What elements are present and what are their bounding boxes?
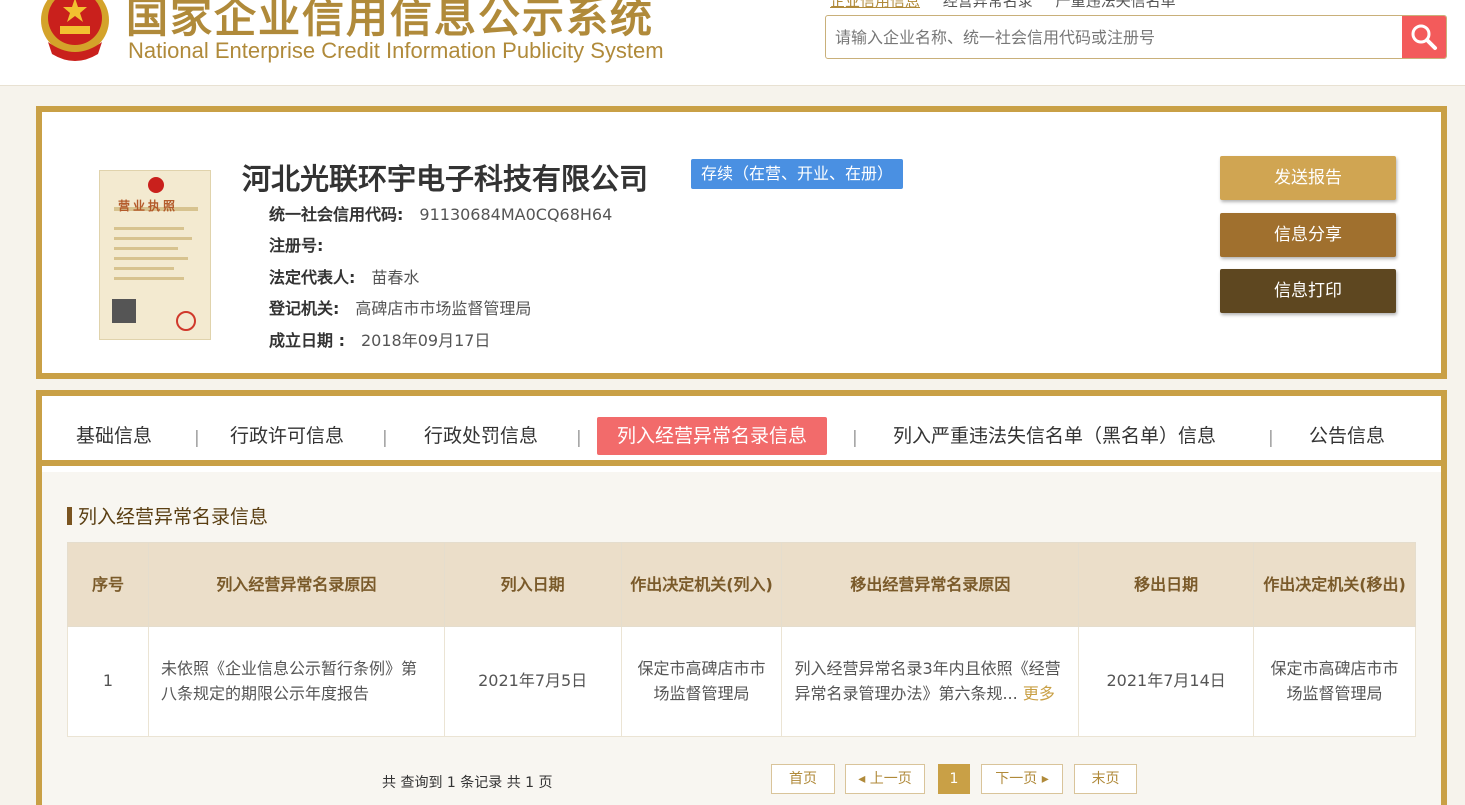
field-legal-rep: 法定代表人: 苗春水 xyxy=(269,264,419,288)
tab-admin-penalty[interactable]: 行政处罚信息 xyxy=(424,417,538,455)
search-box xyxy=(825,15,1447,59)
tab-separator: | xyxy=(1268,428,1274,448)
cell-reason-out: 列入经营异常名录3年内且依照《经营异常名录管理办法》第六条规... 更多 xyxy=(781,626,1080,737)
cell-no: 1 xyxy=(67,626,149,737)
send-report-button[interactable]: 发送报告 xyxy=(1220,156,1396,200)
more-link[interactable]: 更多 xyxy=(1023,684,1055,703)
field-value: 2018年09月17日 xyxy=(360,331,491,350)
tab-basic-info[interactable]: 基础信息 xyxy=(76,417,152,455)
field-value: 高碑店市市场监督管理局 xyxy=(355,299,532,318)
info-tabs-panel: 基础信息 | 行政许可信息 | 行政处罚信息 | 列入经营异常名录信息 | 列入… xyxy=(36,390,1447,805)
field-registration-authority: 登记机关: 高碑店市市场监督管理局 xyxy=(269,295,531,319)
field-label: 登记机关: xyxy=(269,299,340,318)
column-header: 移出经营异常名录原因 xyxy=(781,542,1080,627)
field-reg-number: 注册号: xyxy=(269,232,339,256)
site-header: 国家企业信用信息公示系统 National Enterprise Credit … xyxy=(0,0,1465,86)
field-label: 统一社会信用代码: xyxy=(269,205,404,224)
tab-blacklist[interactable]: 列入严重违法失信名单（黑名单）信息 xyxy=(893,417,1216,455)
reason-out-text: 列入经营异常名录3年内且依照《经营异常名录管理办法》第六条规... xyxy=(794,658,1061,703)
cell-authority-out: 保定市高碑店市市场监督管理局 xyxy=(1253,626,1416,737)
prev-arrow-icon: ◂ xyxy=(858,771,870,787)
cell-reason-in: 未依照《企业信息公示暂行条例》第八条规定的期限公示年度报告 xyxy=(147,626,445,737)
tab-bar: 基础信息 | 行政许可信息 | 行政处罚信息 | 列入经营异常名录信息 | 列入… xyxy=(42,396,1441,466)
last-page-button[interactable]: 末页 xyxy=(1074,764,1137,794)
column-header: 序号 xyxy=(67,542,149,627)
license-caption: 营业执照 xyxy=(118,199,179,213)
tab-separator: | xyxy=(852,428,858,448)
table-header-row: 序号 列入经营异常名录原因 列入日期 作出决定机关(列入) 移出经营异常名录原因… xyxy=(67,542,1416,627)
section-title: 列入经营异常名录信息 xyxy=(67,502,268,529)
prev-page-button[interactable]: ◂ 上一页 xyxy=(845,764,925,794)
field-label: 成立日期 : xyxy=(269,331,345,350)
search-button[interactable] xyxy=(1402,16,1446,58)
print-info-button[interactable]: 信息打印 xyxy=(1220,269,1396,313)
tab-abnormal-list[interactable]: 列入经营异常名录信息 xyxy=(597,417,828,455)
field-value: 91130684MA0CQ68H64 xyxy=(419,205,613,224)
next-page-label: 下一页 xyxy=(995,771,1038,787)
tab-separator: | xyxy=(194,428,200,448)
column-header: 作出决定机关(列入) xyxy=(620,542,783,627)
table-row: 1 未依照《企业信息公示暂行条例》第八条规定的期限公示年度报告 2021年7月5… xyxy=(67,626,1416,737)
next-arrow-icon: ▸ xyxy=(1037,771,1049,787)
field-value: 苗春水 xyxy=(371,268,420,287)
top-link-blacklist[interactable]: 严重违法失信名单 xyxy=(1056,0,1176,10)
cell-date-in: 2021年7月5日 xyxy=(443,626,622,737)
tab-announcements[interactable]: 公告信息 xyxy=(1309,417,1385,455)
column-header: 作出决定机关(移出) xyxy=(1253,542,1416,627)
tab-separator: | xyxy=(576,428,582,448)
prev-page-label: 上一页 xyxy=(869,771,912,787)
tab-admin-license[interactable]: 行政许可信息 xyxy=(230,417,344,455)
national-emblem-icon xyxy=(41,0,109,61)
column-header: 列入经营异常名录原因 xyxy=(147,542,445,627)
share-info-button[interactable]: 信息分享 xyxy=(1220,213,1396,257)
business-license-image: 营业执照 xyxy=(99,170,211,340)
field-credit-code: 统一社会信用代码: 91130684MA0CQ68H64 xyxy=(269,201,612,225)
search-icon xyxy=(1411,24,1437,50)
search-input[interactable] xyxy=(826,16,1401,58)
cell-date-out: 2021年7月14日 xyxy=(1078,626,1255,737)
top-links: 企业信用信息 经营异常名录 严重违法失信名单 xyxy=(830,0,1194,11)
top-link-abnormal-list[interactable]: 经营异常名录 xyxy=(943,0,1033,10)
column-header: 列入日期 xyxy=(443,542,622,627)
cell-authority-in: 保定市高碑店市市场监督管理局 xyxy=(620,626,783,737)
next-page-button[interactable]: 下一页 ▸ xyxy=(981,764,1063,794)
column-header: 移出日期 xyxy=(1078,542,1255,627)
tab-content: 列入经营异常名录信息 序号 列入经营异常名录原因 列入日期 作出决定机关(列入)… xyxy=(42,472,1441,805)
page-number-current[interactable]: 1 xyxy=(938,764,970,794)
top-link-credit-info[interactable]: 企业信用信息 xyxy=(830,0,920,10)
tab-separator: | xyxy=(382,428,388,448)
field-label: 法定代表人: xyxy=(269,268,356,287)
field-established-date: 成立日期 : 2018年09月17日 xyxy=(269,327,490,351)
status-badge: 存续（在营、开业、在册） xyxy=(691,159,904,189)
abnormal-list-table: 序号 列入经营异常名录原因 列入日期 作出决定机关(列入) 移出经营异常名录原因… xyxy=(67,542,1416,737)
field-label: 注册号: xyxy=(269,236,324,255)
company-card: 营业执照 河北光联环宇电子科技有限公司 存续（在营、开业、在册） 统一社会信用代… xyxy=(36,106,1447,379)
company-name: 河北光联环宇电子科技有限公司 xyxy=(242,162,649,196)
site-title-en: National Enterprise Credit Information P… xyxy=(128,38,664,63)
pager-info: 共 查询到 1 条记录 共 1 页 xyxy=(382,775,553,791)
first-page-button[interactable]: 首页 xyxy=(771,764,835,794)
